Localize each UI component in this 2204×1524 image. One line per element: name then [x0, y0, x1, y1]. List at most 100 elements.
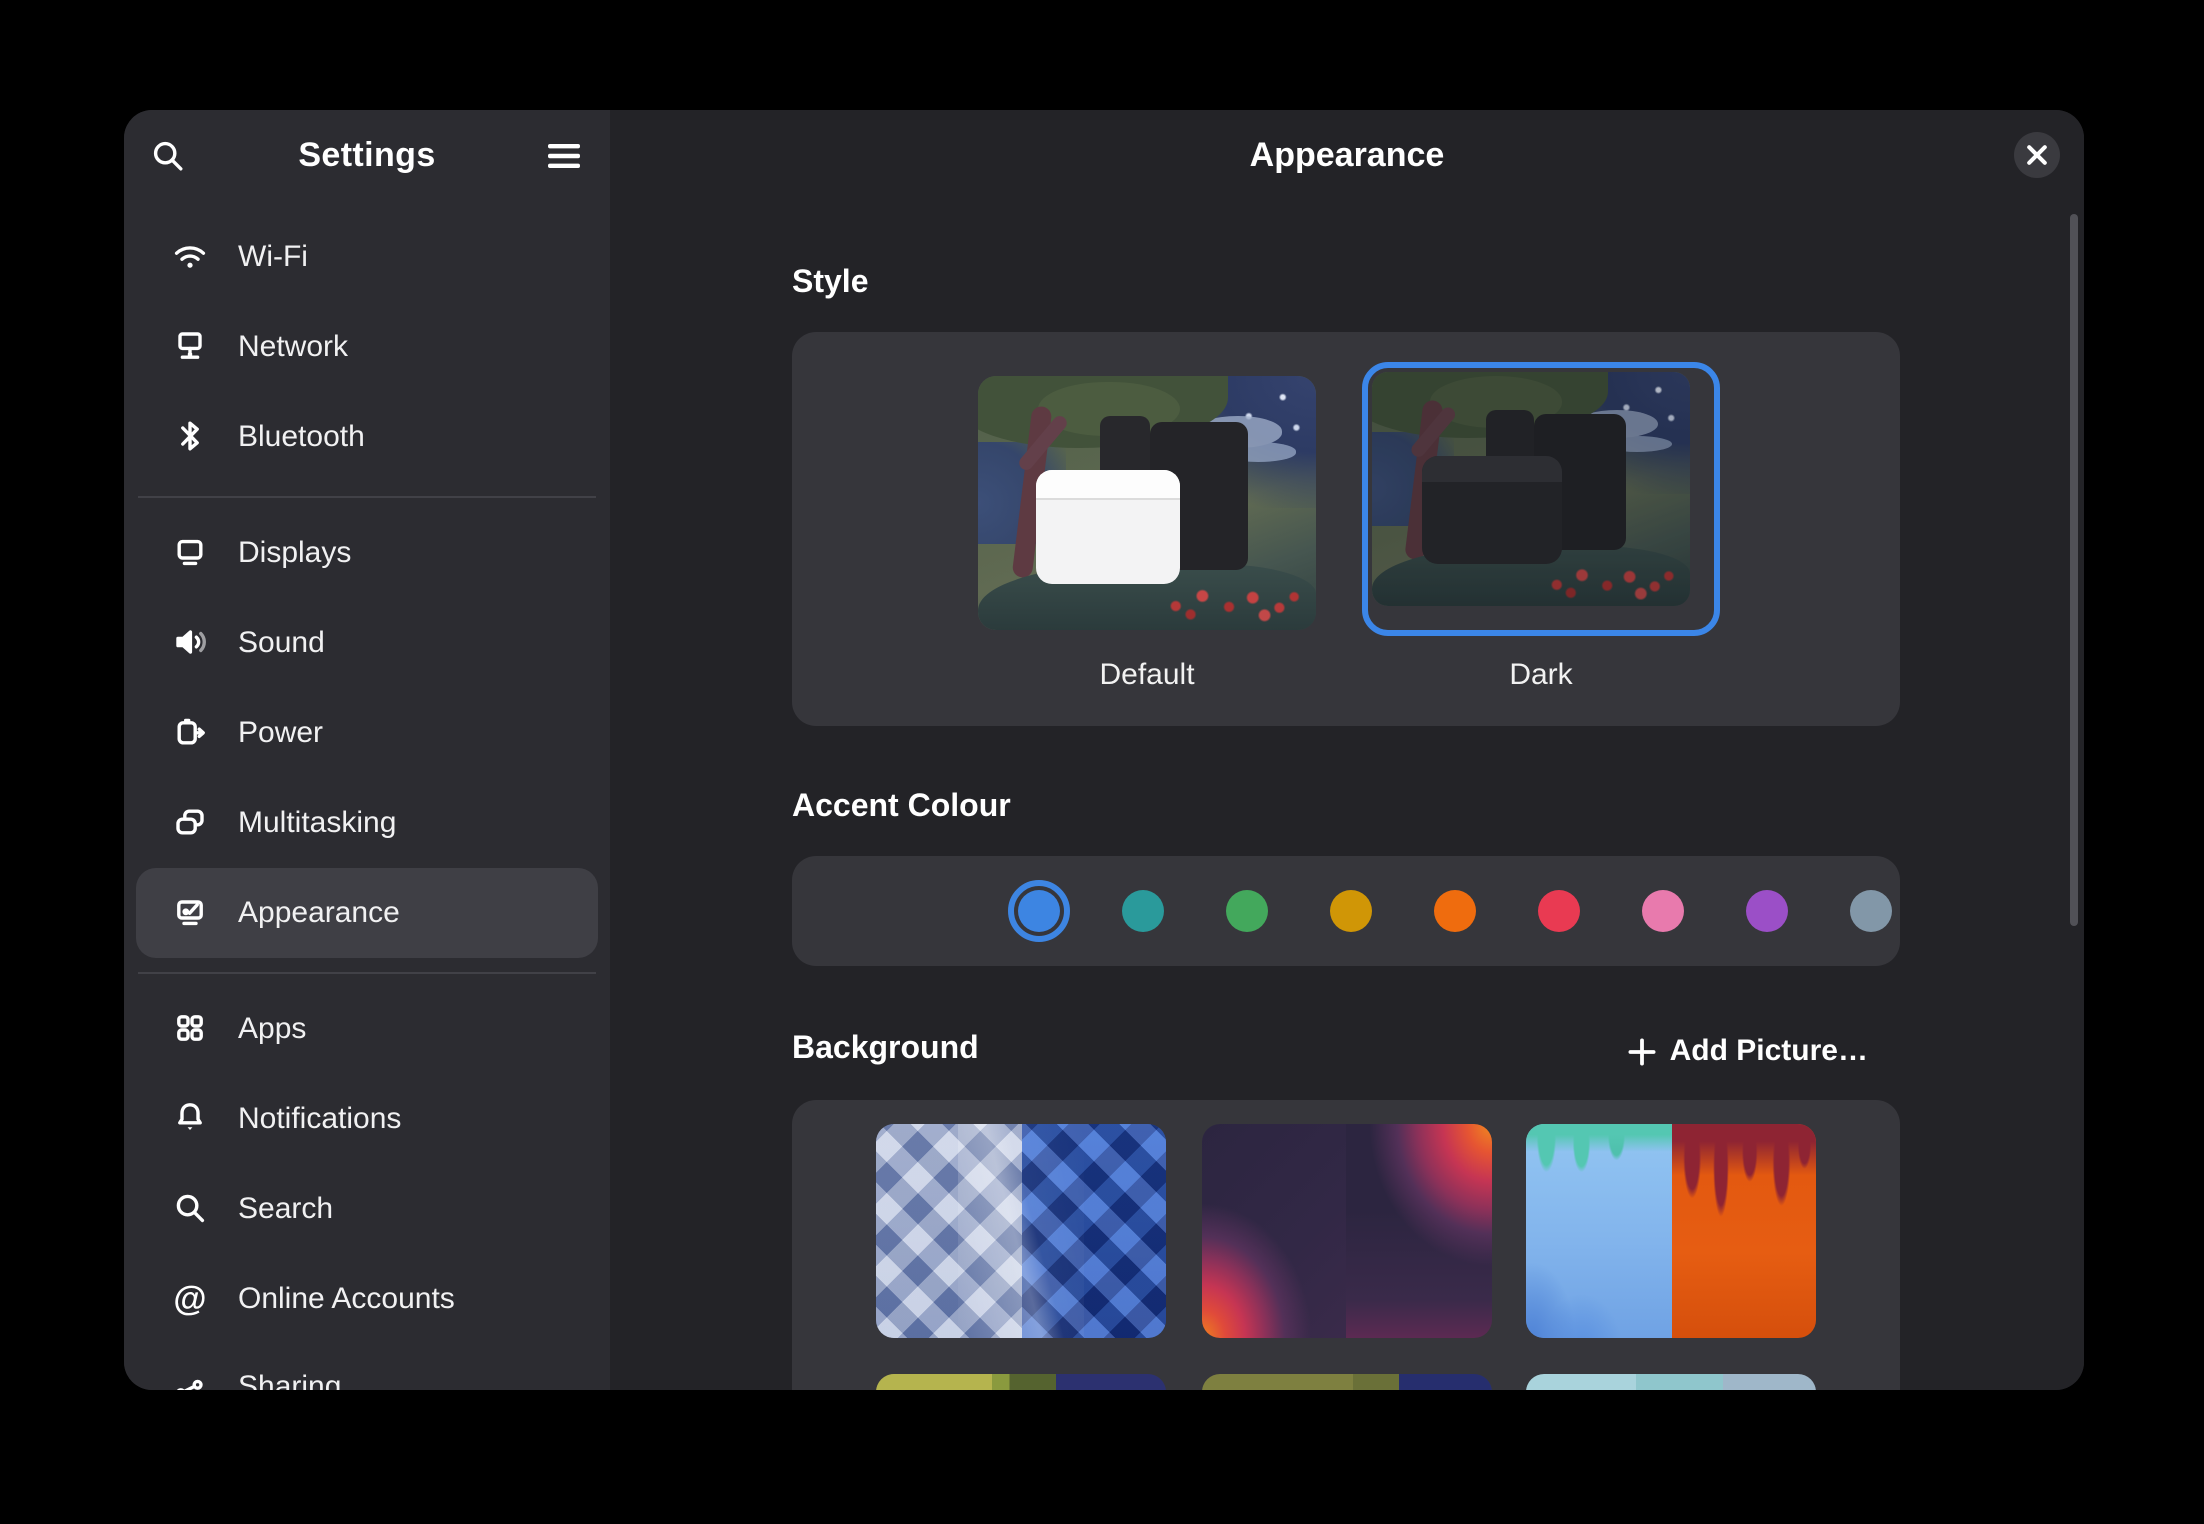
accent-color-purple	[1746, 890, 1788, 932]
scene-flowers	[1157, 579, 1306, 622]
settings-window: Settings Wi-Fi Network Bluetooth Display…	[124, 110, 2084, 1390]
accent-swatch-gold[interactable]	[1320, 880, 1382, 942]
main-menu-button[interactable]	[532, 124, 596, 188]
accent-swatch-blue[interactable]	[1008, 880, 1070, 942]
background-card	[792, 1100, 1900, 1390]
scene-sky	[1518, 372, 1690, 494]
search-icon	[170, 1188, 210, 1228]
sidebar-item-label: Online Accounts	[238, 1281, 455, 1315]
scene-back-window	[1534, 414, 1626, 550]
scene-light-titlebar	[1035, 470, 1180, 499]
scene-dark-window	[1423, 456, 1563, 564]
windows-overlap-icon	[170, 802, 210, 842]
accent-swatch-green[interactable]	[1216, 880, 1278, 942]
wallpaper-thumb-blue-tiles[interactable]	[876, 1124, 1166, 1338]
sidebar-item-sound[interactable]: Sound	[136, 597, 598, 687]
accent-colour-card	[792, 856, 1900, 966]
accent-color-pink	[1642, 890, 1684, 932]
sidebar-item-label: Bluetooth	[238, 419, 365, 453]
close-button[interactable]	[2014, 132, 2060, 178]
sidebar-item-network[interactable]: Network	[136, 301, 598, 391]
sidebar-divider	[138, 496, 596, 498]
wallpaper-thumb-pastel-teal[interactable]	[1526, 1374, 1816, 1390]
style-option-dark[interactable]	[1362, 362, 1720, 636]
accent-color-slate	[1850, 890, 1892, 932]
bell-icon	[170, 1098, 210, 1138]
accent-color-orange	[1434, 890, 1476, 932]
wallpaper-thumb-green-night[interactable]	[1201, 1374, 1491, 1390]
plus-icon	[1628, 1037, 1656, 1065]
sidebar-divider	[138, 972, 596, 974]
sidebar-item-multitasking[interactable]: Multitasking	[136, 777, 598, 867]
sidebar-item-search[interactable]: Search	[136, 1163, 598, 1253]
accent-swatch-purple[interactable]	[1736, 880, 1798, 942]
scene-tree-trunk	[1404, 399, 1443, 559]
sidebar-item-notifications[interactable]: Notifications	[136, 1073, 598, 1163]
apps-grid-icon	[170, 1008, 210, 1048]
sidebar-item-apps[interactable]: Apps	[136, 983, 598, 1073]
scene-flowers	[1541, 559, 1681, 599]
background-heading: Background	[792, 1032, 979, 1068]
accent-colour-heading: Accent Colour	[792, 790, 1011, 826]
accent-swatch-teal[interactable]	[1112, 880, 1174, 942]
sidebar-item-wifi[interactable]: Wi-Fi	[136, 211, 598, 301]
wallpaper-thumb-red-waves[interactable]	[1201, 1124, 1491, 1338]
wallpaper-thumb-olive-landscape[interactable]	[876, 1374, 1166, 1390]
sidebar-item-label: Search	[238, 1191, 333, 1225]
sidebar-item-label: Notifications	[238, 1101, 401, 1135]
sidebar-item-power[interactable]: Power	[136, 687, 598, 777]
sidebar-item-label: Power	[238, 715, 323, 749]
accent-swatch-orange[interactable]	[1424, 880, 1486, 942]
style-option-dark-label: Dark	[1362, 658, 1720, 692]
accent-color-green	[1226, 890, 1268, 932]
network-icon	[170, 326, 210, 366]
sidebar-item-label: Multitasking	[238, 805, 396, 839]
accent-color-blue	[1018, 890, 1060, 932]
sidebar-item-label: Apps	[238, 1011, 306, 1045]
accent-swatch-pink[interactable]	[1632, 880, 1694, 942]
appearance-icon	[170, 892, 210, 932]
style-card: Default Dark	[792, 332, 1900, 726]
sidebar-item-bluetooth[interactable]: Bluetooth	[136, 391, 598, 481]
style-preview-dark	[1372, 372, 1690, 606]
sidebar-item-label: Sharing	[238, 1369, 341, 1390]
wallpaper-sheen	[957, 1124, 1085, 1338]
scene-hill	[1372, 545, 1690, 606]
wifi-icon	[170, 236, 210, 276]
hamburger-menu-icon	[546, 142, 582, 170]
scene-stars	[1556, 377, 1683, 447]
battery-icon	[170, 712, 210, 752]
scene-tree-canopy	[1429, 377, 1563, 428]
wallpaper-light-half	[1526, 1124, 1671, 1338]
close-icon	[2026, 144, 2048, 166]
accent-swatch-red[interactable]	[1528, 880, 1590, 942]
vertical-scrollbar[interactable]	[2070, 214, 2078, 926]
wallpaper-light-half	[1346, 1124, 1491, 1338]
sidebar-item-label: Displays	[238, 535, 351, 569]
display-icon	[170, 532, 210, 572]
sidebar-item-displays[interactable]: Displays	[136, 507, 598, 597]
sidebar-item-sharing[interactable]: Sharing	[136, 1341, 598, 1390]
scene-tree-canopy	[1372, 372, 1607, 438]
scene-waterfall	[1444, 494, 1512, 606]
page-title: Appearance	[610, 136, 2084, 176]
bluetooth-icon	[170, 416, 210, 456]
share-nodes-icon	[170, 1366, 210, 1390]
at-sign-icon: @	[170, 1278, 210, 1318]
wallpaper-dark-half	[1201, 1124, 1346, 1338]
sidebar-item-appearance[interactable]: Appearance	[136, 867, 598, 957]
style-option-default[interactable]	[978, 376, 1316, 630]
style-option-default-label: Default	[978, 658, 1316, 692]
style-preview-dark-frame	[1372, 372, 1690, 606]
add-picture-button[interactable]: Add Picture…	[1616, 1026, 1880, 1076]
accent-swatch-slate[interactable]	[1840, 880, 1902, 942]
speaker-icon	[170, 622, 210, 662]
sidebar-item-label: Appearance	[238, 895, 400, 929]
accent-color-red	[1538, 890, 1580, 932]
sidebar-item-label: Sound	[238, 625, 325, 659]
scene-dark-titlebar	[1423, 456, 1563, 482]
style-heading: Style	[792, 266, 869, 302]
wallpaper-thumb-paint-drips[interactable]	[1526, 1124, 1816, 1338]
add-picture-label: Add Picture…	[1670, 1034, 1868, 1068]
sidebar-item-online-accounts[interactable]: @ Online Accounts	[136, 1253, 598, 1343]
